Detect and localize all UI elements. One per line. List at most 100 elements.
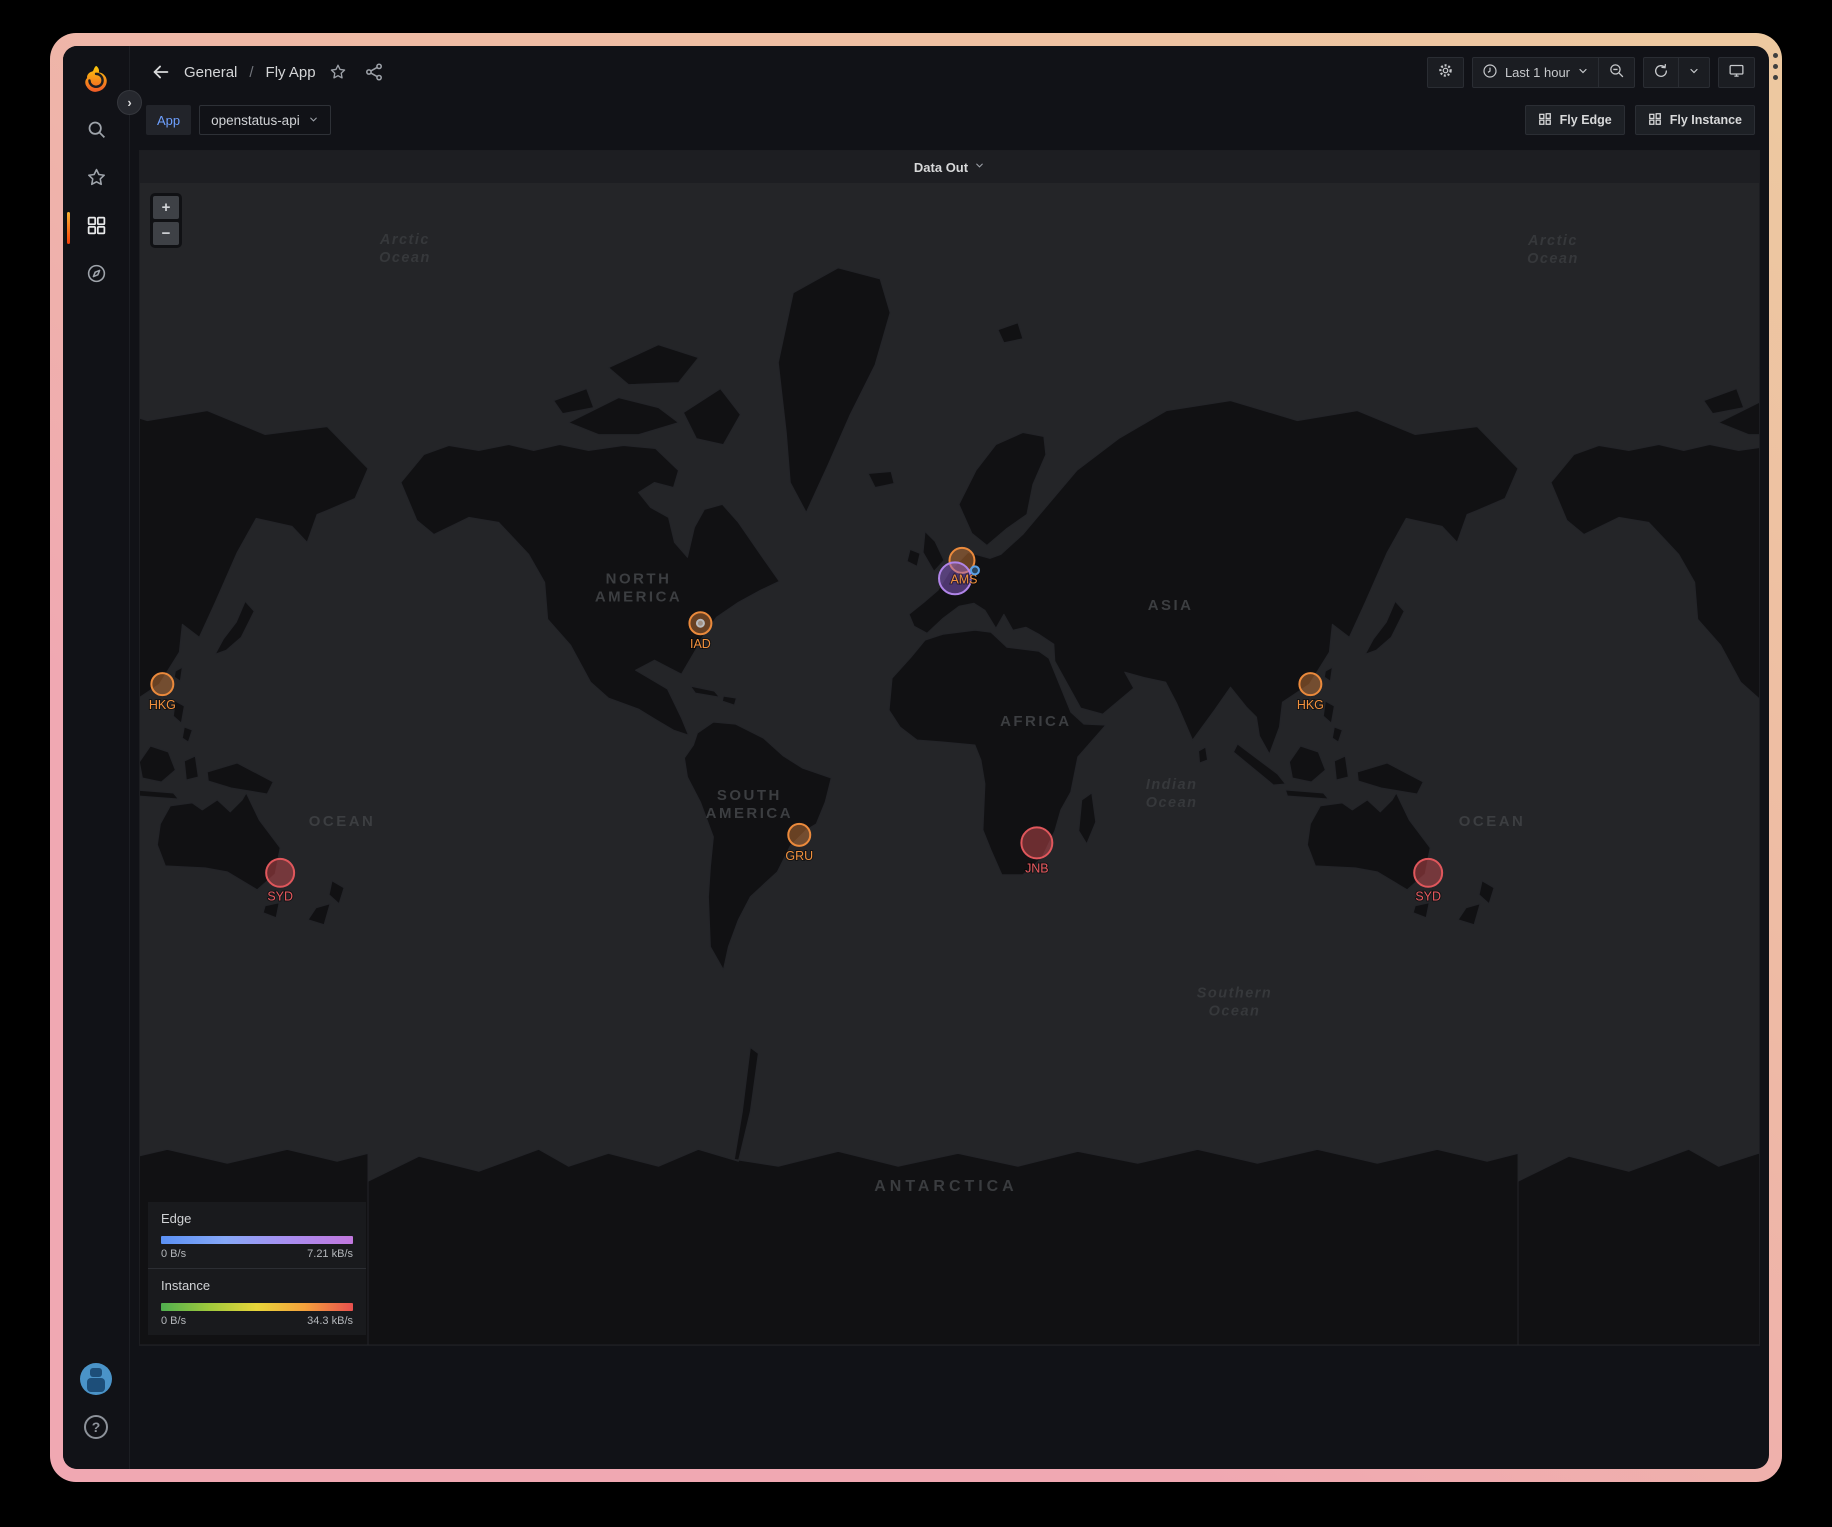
legend-title: Edge bbox=[161, 1211, 353, 1226]
compass-icon bbox=[86, 263, 107, 289]
monitor-icon bbox=[1728, 62, 1745, 82]
tv-mode-button[interactable] bbox=[1718, 57, 1755, 88]
link-fly-edge[interactable]: Fly Edge bbox=[1525, 105, 1625, 135]
time-range-button[interactable]: Last 1 hour bbox=[1472, 57, 1599, 88]
map-legend: Edge 0 B/s7.21 kB/s Instance 0 B/s 34.3 kB/s bbox=[148, 1202, 366, 1335]
sidebar-item-dashboards[interactable] bbox=[63, 204, 129, 252]
map-marker-gru[interactable] bbox=[788, 824, 810, 846]
dashboard-canvas: Data Out bbox=[130, 142, 1769, 1469]
sidebar-expand-button[interactable]: › bbox=[117, 90, 142, 115]
geomap-panel: Data Out bbox=[139, 150, 1760, 1346]
map-region-label: AFRICA bbox=[1000, 713, 1072, 730]
legend-max: 7.21 kB/s bbox=[307, 1248, 353, 1260]
map-region-label: NORTHAMERICA bbox=[595, 570, 682, 605]
sidebar-item-explore[interactable] bbox=[63, 252, 129, 300]
map-region-label: OCEAN bbox=[309, 813, 376, 830]
map-region-label: SouthernOcean bbox=[1197, 986, 1272, 1020]
legend-min: 0 B/s bbox=[161, 1315, 186, 1327]
gear-icon bbox=[1437, 62, 1454, 82]
time-picker-group: Last 1 hour bbox=[1472, 57, 1635, 88]
map-region-label: IndianOcean bbox=[1146, 777, 1198, 811]
legend-gradient-bar bbox=[161, 1303, 353, 1311]
map-marker-label: HKG bbox=[149, 698, 176, 712]
grafana-app: › bbox=[63, 46, 1769, 1469]
map-marker-label: JNB bbox=[1025, 861, 1049, 875]
app-window-frame: › bbox=[50, 33, 1782, 1482]
legend-gradient-bar bbox=[161, 1236, 353, 1244]
variable-value: openstatus-api bbox=[211, 113, 300, 128]
map-marker-label: GRU bbox=[785, 849, 813, 863]
link-fly-instance[interactable]: Fly Instance bbox=[1635, 105, 1755, 135]
map-zoom-control: + − bbox=[150, 193, 182, 248]
legend-title: Instance bbox=[161, 1278, 353, 1293]
sidebar-item-starred[interactable] bbox=[63, 156, 129, 204]
refresh-group bbox=[1643, 57, 1710, 88]
legend-section-instance: Instance 0 B/s 34.3 kB/s bbox=[148, 1269, 366, 1335]
apps-grid-icon bbox=[1648, 112, 1662, 129]
refresh-button[interactable] bbox=[1643, 57, 1679, 88]
star-icon bbox=[86, 167, 107, 193]
breadcrumb-page: Fly App bbox=[266, 64, 316, 81]
legend-section-edge: Edge 0 B/s7.21 kB/s bbox=[148, 1202, 366, 1269]
panel-title: Data Out bbox=[914, 160, 968, 175]
legend-max: 34.3 kB/s bbox=[307, 1315, 353, 1327]
dashboard-settings-button[interactable] bbox=[1427, 57, 1464, 88]
map-marker-label: SYD bbox=[1415, 890, 1441, 904]
favorite-star-icon[interactable] bbox=[324, 58, 352, 86]
map-marker-syd[interactable] bbox=[1414, 859, 1442, 887]
breadcrumb-separator: / bbox=[249, 64, 253, 81]
breadcrumb-section[interactable]: General bbox=[184, 64, 237, 81]
map-marker-label: SYD bbox=[267, 890, 293, 904]
apps-grid-icon bbox=[1538, 112, 1552, 129]
magnifier-minus-icon bbox=[1608, 62, 1625, 82]
sidebar: › bbox=[63, 46, 130, 1469]
legend-range: 0 B/s 34.3 kB/s bbox=[161, 1315, 353, 1327]
map-marker-label: IAD bbox=[690, 637, 711, 651]
map-marker-hkg[interactable] bbox=[151, 673, 173, 695]
map-region-label: SOUTHAMERICA bbox=[706, 787, 793, 822]
variable-label[interactable]: App bbox=[146, 105, 191, 135]
chevron-down-icon bbox=[974, 158, 985, 176]
dashboards-grid-icon bbox=[86, 215, 107, 241]
main-area: General / Fly App bbox=[130, 46, 1769, 1469]
map-region-label: ArcticOcean bbox=[1527, 233, 1579, 267]
map-marker-hkg[interactable] bbox=[1299, 673, 1321, 695]
frame-dot bbox=[1773, 64, 1778, 69]
panel-header[interactable]: Data Out bbox=[140, 151, 1759, 183]
zoom-out-time-button[interactable] bbox=[1599, 57, 1635, 88]
map-svg: ArcticOceanArcticOceanNORTHAMERICAASIAAF… bbox=[140, 183, 1759, 1345]
clock-icon bbox=[1482, 63, 1498, 82]
link-label: Fly Instance bbox=[1670, 113, 1742, 127]
share-icon[interactable] bbox=[360, 58, 388, 86]
avatar-figure bbox=[87, 1378, 105, 1392]
zoom-in-button[interactable]: + bbox=[153, 196, 179, 219]
map-region-label: ASIA bbox=[1148, 597, 1194, 614]
refresh-icon bbox=[1653, 63, 1669, 82]
map-region-label: ANTARCTICA bbox=[874, 1178, 1017, 1195]
time-range-label: Last 1 hour bbox=[1505, 65, 1570, 80]
zoom-out-button[interactable]: − bbox=[153, 222, 179, 245]
header-toolbar: Last 1 hour bbox=[1427, 57, 1755, 88]
avatar-figure bbox=[90, 1368, 102, 1377]
frame-dot bbox=[1773, 75, 1778, 80]
map-marker-dot[interactable] bbox=[697, 620, 704, 627]
help-icon[interactable]: ? bbox=[84, 1415, 108, 1439]
world-map[interactable]: ArcticOceanArcticOceanNORTHAMERICAASIAAF… bbox=[140, 183, 1759, 1345]
dashboard-links: Fly Edge Fly Instance bbox=[1525, 105, 1755, 135]
chevron-down-icon bbox=[308, 113, 319, 128]
chevron-down-icon bbox=[1577, 65, 1589, 80]
map-marker-syd[interactable] bbox=[266, 859, 294, 887]
refresh-interval-chevron[interactable] bbox=[1679, 57, 1710, 88]
link-label: Fly Edge bbox=[1560, 113, 1612, 127]
map-region-label: OCEAN bbox=[1459, 813, 1526, 830]
map-marker-dot[interactable] bbox=[971, 566, 979, 574]
dashboard-header: General / Fly App bbox=[130, 46, 1769, 98]
back-arrow-icon[interactable] bbox=[146, 57, 176, 87]
sidebar-item-search[interactable] bbox=[63, 108, 129, 156]
user-avatar[interactable] bbox=[80, 1363, 112, 1395]
variable-dropdown[interactable]: openstatus-api bbox=[199, 105, 331, 135]
map-marker-label: HKG bbox=[1297, 698, 1324, 712]
map-marker-jnb[interactable] bbox=[1021, 827, 1052, 858]
chevron-down-icon bbox=[1688, 65, 1700, 80]
legend-range: 0 B/s7.21 kB/s bbox=[161, 1248, 353, 1260]
